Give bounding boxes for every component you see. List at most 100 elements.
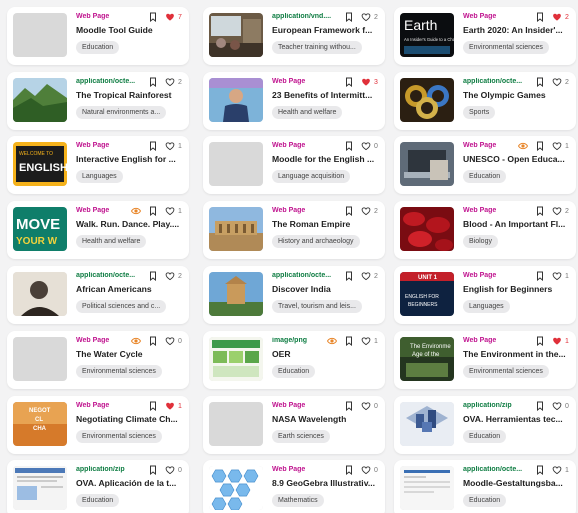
resource-card[interactable]: Web Page 1 UNESCO - Open Educa... Education <box>394 136 576 194</box>
thumbnail-image[interactable] <box>13 272 67 316</box>
resource-title[interactable]: Moodle Tool Guide <box>76 25 184 35</box>
heart-icon[interactable] <box>165 206 175 216</box>
bookmark-icon[interactable] <box>148 77 158 87</box>
resource-title[interactable]: The Olympic Games <box>463 90 571 100</box>
heart-icon[interactable] <box>361 206 371 216</box>
thumbnail-image[interactable] <box>13 466 67 510</box>
resource-card[interactable]: application/vnd.... 2 European Framework f… <box>203 7 385 65</box>
resource-card[interactable]: NEGOT CL CHA Web Page 1 Negotiating Climate C… <box>7 396 189 454</box>
heart-icon[interactable] <box>552 77 562 87</box>
resource-title[interactable]: Interactive English for ... <box>76 154 184 164</box>
subject-tag[interactable]: Education <box>463 494 507 507</box>
resource-title[interactable]: Discover India <box>272 284 380 294</box>
thumbnail-image[interactable]: Earth An Insider's Guide to a Changing Pl… <box>400 13 454 57</box>
bookmark-icon[interactable] <box>535 465 545 475</box>
bookmark-icon[interactable] <box>535 77 545 87</box>
resource-title[interactable]: Negotiating Climate Ch... <box>76 414 184 424</box>
resource-card[interactable]: Web Page 2 Blood - An Important Fl... Biolo… <box>394 201 576 259</box>
subject-tag[interactable]: Environmental sciences <box>76 365 162 378</box>
bookmark-icon[interactable] <box>535 206 545 216</box>
bookmark-icon[interactable] <box>148 465 158 475</box>
bookmark-icon[interactable] <box>535 336 545 346</box>
thumbnail-image[interactable] <box>400 78 454 122</box>
subject-tag[interactable]: Education <box>76 494 120 507</box>
thumbnail-image[interactable] <box>209 272 263 316</box>
subject-tag[interactable]: Environmental sciences <box>463 41 549 54</box>
heart-icon[interactable] <box>165 77 175 87</box>
resource-card[interactable]: application/octe... 1 Moodle-Gestaltungsba… <box>394 460 576 513</box>
resource-card[interactable]: Web Page 0 8.9 GeoGebra Illustrativ... Math… <box>203 460 385 513</box>
subject-tag[interactable]: Education <box>272 365 316 378</box>
resource-title[interactable]: The Water Cycle <box>76 349 184 359</box>
bookmark-icon[interactable] <box>344 336 354 346</box>
heart-icon[interactable] <box>552 206 562 216</box>
thumbnail-image[interactable]: WELCOME TO ENGLISH <box>13 142 67 186</box>
thumbnail-image[interactable] <box>209 337 263 381</box>
bookmark-icon[interactable] <box>148 401 158 411</box>
subject-tag[interactable]: Natural environments a... <box>76 106 167 119</box>
resource-card[interactable]: application/octe... 2 The Olympic Games Spo… <box>394 72 576 130</box>
resource-title[interactable]: African Americans <box>76 284 184 294</box>
subject-tag[interactable]: Environmental sciences <box>463 365 549 378</box>
resource-card[interactable]: application/octe... 2 Discover India Travel… <box>203 266 385 324</box>
subject-tag[interactable]: Language acquisition <box>272 170 351 183</box>
thumbnail-image[interactable] <box>209 207 263 251</box>
heart-icon[interactable] <box>361 141 371 151</box>
resource-card[interactable]: MOVE YOUR W Web Page 1 Walk. Run. Dance. Pla… <box>7 201 189 259</box>
resource-card[interactable]: Web Page 3 23 Benefits of Intermitt... Heal… <box>203 72 385 130</box>
resource-title[interactable]: Walk. Run. Dance. Play.... <box>76 219 184 229</box>
resource-card[interactable]: The Environme Age of the Web Page 1 The Envi… <box>394 331 576 389</box>
heart-icon[interactable] <box>552 271 562 281</box>
heart-icon[interactable] <box>165 401 175 411</box>
bookmark-icon[interactable] <box>148 206 158 216</box>
resource-title[interactable]: English for Beginners <box>463 284 571 294</box>
thumbnail-placeholder[interactable] <box>209 402 263 446</box>
resource-card[interactable]: application/octe... 2 African Americans Pol… <box>7 266 189 324</box>
subject-tag[interactable]: Health and welfare <box>272 106 343 119</box>
thumbnail-image[interactable]: NEGOT CL CHA <box>13 402 67 446</box>
heart-icon[interactable] <box>361 401 371 411</box>
subject-tag[interactable]: Languages <box>463 300 510 313</box>
resource-card[interactable]: image/png 1 OER Education <box>203 331 385 389</box>
resource-title[interactable]: Moodle-Gestaltungsba... <box>463 478 571 488</box>
heart-icon[interactable] <box>552 401 562 411</box>
subject-tag[interactable]: Education <box>76 41 120 54</box>
subject-tag[interactable]: Education <box>463 430 507 443</box>
heart-icon[interactable] <box>361 271 371 281</box>
bookmark-icon[interactable] <box>535 12 545 22</box>
heart-icon[interactable] <box>361 336 371 346</box>
bookmark-icon[interactable] <box>344 271 354 281</box>
subject-tag[interactable]: Sports <box>463 106 496 119</box>
resource-title[interactable]: 23 Benefits of Intermitt... <box>272 90 380 100</box>
resource-card[interactable]: Earth An Insider's Guide to a Changing Pl… <box>394 7 576 65</box>
heart-icon[interactable] <box>552 336 562 346</box>
subject-tag[interactable]: Earth sciences <box>272 430 330 443</box>
resource-card[interactable]: WELCOME TO ENGLISH Web Page 1 Interactive En… <box>7 136 189 194</box>
thumbnail-placeholder[interactable] <box>13 337 67 381</box>
bookmark-icon[interactable] <box>148 141 158 151</box>
heart-icon[interactable] <box>165 271 175 281</box>
thumbnail-placeholder[interactable] <box>13 13 67 57</box>
resource-title[interactable]: Moodle for the English ... <box>272 154 380 164</box>
resource-title[interactable]: OVA. Aplicación de la t... <box>76 478 184 488</box>
thumbnail-image[interactable] <box>13 78 67 122</box>
thumbnail-image[interactable] <box>400 142 454 186</box>
resource-card[interactable]: Web Page 0 NASA Wavelength Earth sciences <box>203 396 385 454</box>
subject-tag[interactable]: Education <box>463 170 507 183</box>
bookmark-icon[interactable] <box>148 336 158 346</box>
thumbnail-image[interactable]: MOVE YOUR W <box>13 207 67 251</box>
bookmark-icon[interactable] <box>344 206 354 216</box>
thumbnail-image[interactable]: The Environme Age of the <box>400 337 454 381</box>
resource-title[interactable]: The Tropical Rainforest <box>76 90 184 100</box>
thumbnail-image[interactable] <box>209 466 263 510</box>
subject-tag[interactable]: Teacher training withou... <box>272 41 362 54</box>
resource-card[interactable]: application/zip 0 OVA. Aplicación de la t.… <box>7 460 189 513</box>
heart-icon[interactable] <box>165 336 175 346</box>
resource-title[interactable]: NASA Wavelength <box>272 414 380 424</box>
resource-title[interactable]: The Environment in the... <box>463 349 571 359</box>
heart-icon[interactable] <box>361 465 371 475</box>
bookmark-icon[interactable] <box>344 401 354 411</box>
subject-tag[interactable]: History and archaeology <box>272 235 360 248</box>
subject-tag[interactable]: Environmental sciences <box>76 430 162 443</box>
subject-tag[interactable]: Travel, tourism and leis... <box>272 300 362 313</box>
